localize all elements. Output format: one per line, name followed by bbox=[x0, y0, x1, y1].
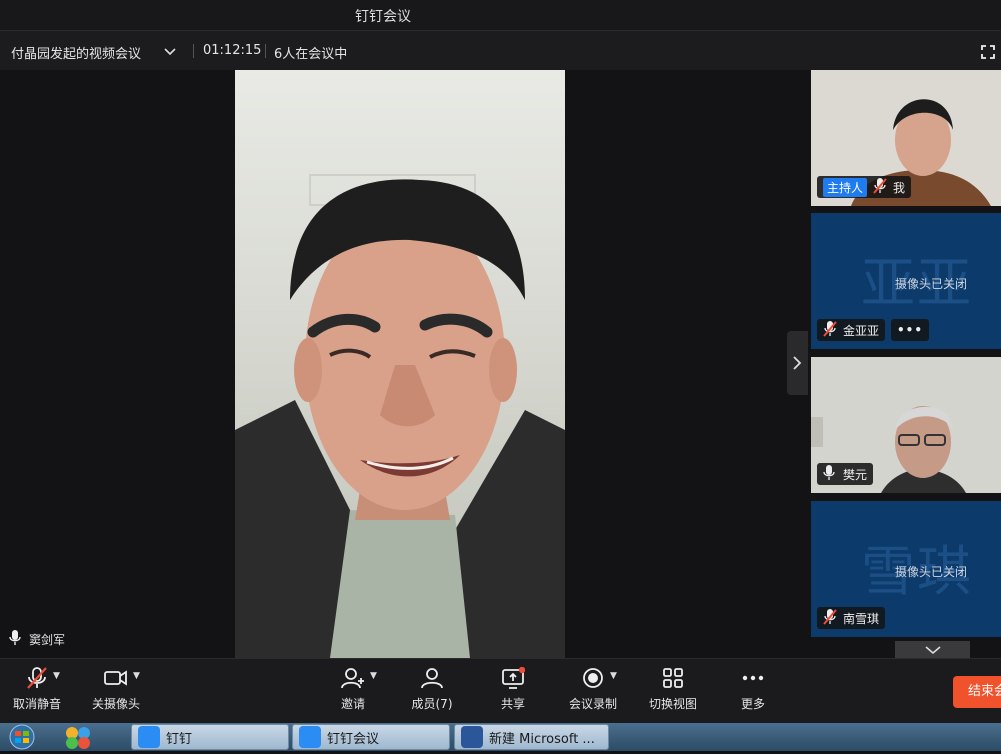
sidebar-scroll-down-button[interactable] bbox=[895, 641, 970, 658]
tile-name: 樊元 bbox=[843, 467, 868, 482]
microphone-muted-icon bbox=[873, 177, 887, 197]
microphone-icon bbox=[9, 630, 21, 649]
tile-name: 南雪琪 bbox=[843, 611, 880, 626]
chevron-down-icon[interactable]: ▼ bbox=[53, 671, 60, 681]
share-button[interactable]: 共享 bbox=[478, 667, 548, 712]
camera-icon bbox=[81, 667, 151, 689]
members-label: 成员(7) bbox=[411, 697, 453, 711]
members-icon bbox=[397, 667, 467, 689]
fullscreen-icon[interactable] bbox=[981, 44, 995, 63]
taskbar-item-label: 钉钉会议 bbox=[327, 731, 380, 747]
tile-label: 金亚亚 bbox=[817, 319, 886, 341]
tile-label: 主持人 我 bbox=[817, 176, 912, 198]
more-options-button[interactable]: ••• bbox=[891, 319, 930, 341]
meeting-duration: 01:12:15 bbox=[203, 43, 262, 58]
start-button-icon[interactable] bbox=[4, 724, 40, 754]
title-bar: 钉钉会议 bbox=[0, 0, 1001, 30]
taskbar-item-dingtalk[interactable]: 钉钉 bbox=[131, 724, 289, 750]
chevron-down-icon[interactable]: ▼ bbox=[133, 671, 140, 681]
more-icon: ••• bbox=[897, 323, 924, 337]
divider bbox=[193, 44, 194, 58]
chevron-right-icon bbox=[791, 355, 803, 375]
tile-name: 金亚亚 bbox=[843, 323, 880, 338]
participant-tile-fanyuan[interactable]: 樊元 bbox=[811, 357, 1001, 493]
participant-tile-jinyaya[interactable]: 亚亚 摄像头已关闭 金亚亚 ••• bbox=[811, 213, 1001, 349]
chevron-down-icon[interactable]: ▼ bbox=[370, 671, 377, 681]
meeting-info-bar: 付晶园发起的视频会议 01:12:15 6人在会议中 bbox=[0, 30, 1001, 71]
sidebar-toggle-button[interactable] bbox=[787, 331, 808, 395]
dingtalk-icon bbox=[138, 726, 160, 748]
microphone-muted-icon bbox=[2, 667, 72, 689]
chevron-down-icon[interactable] bbox=[162, 43, 178, 63]
main-speaker-name: 窦剑军 bbox=[29, 633, 66, 647]
microphone-muted-icon bbox=[823, 608, 837, 628]
chevron-down-icon[interactable]: ▼ bbox=[610, 671, 617, 681]
switch-view-button[interactable]: 切换视图 bbox=[638, 667, 708, 712]
record-icon bbox=[558, 667, 628, 689]
tile-label: 樊元 bbox=[817, 463, 874, 485]
participant-tile-self[interactable]: 主持人 我 bbox=[811, 70, 1001, 206]
tile-name: 我 bbox=[893, 180, 906, 195]
share-screen-icon bbox=[478, 667, 548, 689]
members-button[interactable]: 成员(7) bbox=[397, 667, 467, 712]
taskbar-item-dingtalk-meeting[interactable]: 钉钉会议 bbox=[292, 724, 450, 750]
tile-label: 南雪琪 bbox=[817, 607, 886, 629]
more-icon bbox=[718, 667, 788, 689]
unmute-button[interactable]: 取消静音 bbox=[2, 667, 72, 712]
end-meeting-button[interactable]: 结束会议 bbox=[953, 676, 1001, 708]
microphone-muted-icon bbox=[823, 320, 837, 340]
invite-label: 邀请 bbox=[340, 697, 365, 711]
camera-off-text: 摄像头已关闭 bbox=[894, 565, 967, 579]
video-meeting-icon bbox=[299, 726, 321, 748]
more-button[interactable]: 更多 bbox=[718, 667, 788, 712]
main-video[interactable] bbox=[235, 70, 565, 658]
main-speaker-label: 窦剑军 bbox=[9, 630, 65, 649]
taskbar-item-label: 新建 Microsoft ... bbox=[489, 731, 595, 747]
switch-view-label: 切换视图 bbox=[648, 697, 697, 711]
os-taskbar: 钉钉 钉钉会议 新建 Microsoft ... bbox=[0, 723, 1001, 751]
unmute-label: 取消静音 bbox=[12, 697, 61, 711]
taskbar-item-label: 钉钉 bbox=[166, 731, 193, 747]
add-user-icon bbox=[318, 667, 388, 689]
taskbar-item-word[interactable]: 新建 Microsoft ... bbox=[454, 724, 609, 750]
grid-view-icon bbox=[638, 667, 708, 689]
camera-off-label: 关摄像头 bbox=[91, 697, 140, 711]
divider bbox=[265, 44, 266, 58]
camera-off-button[interactable]: 关摄像头 bbox=[81, 667, 151, 712]
more-label: 更多 bbox=[740, 697, 765, 711]
camera-off-text: 摄像头已关闭 bbox=[894, 277, 967, 291]
participant-count: 6人在会议中 bbox=[274, 47, 348, 62]
record-button[interactable]: 会议录制 bbox=[558, 667, 628, 712]
participant-tile-nanxueqi[interactable]: 雪琪 摄像头已关闭 南雪琪 bbox=[811, 501, 1001, 637]
microphone-icon bbox=[823, 464, 835, 484]
share-label: 共享 bbox=[500, 697, 525, 711]
pinned-app-icon[interactable] bbox=[62, 725, 96, 753]
record-label: 会议录制 bbox=[568, 697, 617, 711]
invite-button[interactable]: 邀请 bbox=[318, 667, 388, 712]
window-title: 钉钉会议 bbox=[355, 9, 411, 25]
meeting-toolbar: 取消静音 ▼ 关摄像头 ▼ 邀请 ▼ 成员(7) 共享 会议录制 ▼ 切换视图 … bbox=[0, 658, 1001, 724]
meeting-name[interactable]: 付晶园发起的视频会议 bbox=[11, 43, 141, 62]
word-document-icon bbox=[461, 726, 483, 748]
host-badge: 主持人 bbox=[823, 177, 868, 197]
